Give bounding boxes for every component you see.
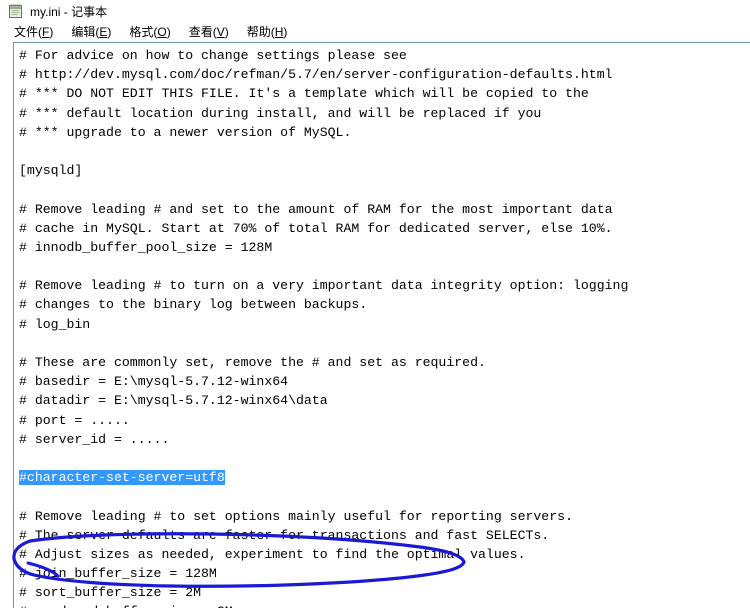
menu-item-view-mnemonic: V: [216, 25, 225, 39]
selected-text[interactable]: #character-set-server=utf8: [19, 470, 225, 486]
menu-item-file[interactable]: 文件(F): [14, 22, 53, 42]
menu-item-view-text: 查看(: [188, 25, 217, 39]
text-line[interactable]: # basedir = E:\mysql-5.7.12-winx64: [19, 372, 750, 391]
text-line[interactable]: # For advice on how to change settings p…: [19, 46, 750, 65]
text-line[interactable]: # These are commonly set, remove the # a…: [19, 353, 750, 372]
text-line[interactable]: # http://dev.mysql.com/doc/refman/5.7/en…: [19, 65, 750, 84]
text-area[interactable]: # For advice on how to change settings p…: [13, 42, 750, 608]
text-line[interactable]: # Remove leading # to set options mainly…: [19, 507, 750, 526]
text-line[interactable]: # *** DO NOT EDIT THIS FILE. It's a temp…: [19, 84, 750, 103]
text-line[interactable]: # cache in MySQL. Start at 70% of total …: [19, 219, 750, 238]
menu-item-edit-text: 编辑(: [71, 25, 100, 39]
menu-item-view[interactable]: 查看(V): [189, 22, 229, 42]
text-line[interactable]: # sort_buffer_size = 2M: [19, 583, 750, 602]
text-line[interactable]: [mysqld]: [19, 161, 750, 180]
notepad-window: my.ini - 记事本 文件(F) 编辑(E) 格式(O) 查看(V) 帮助(…: [0, 0, 750, 608]
window-title: my.ini - 记事本: [30, 4, 108, 19]
text-line[interactable]: # log_bin: [19, 315, 750, 334]
menu-item-help-text: 帮助(: [246, 25, 275, 39]
text-line[interactable]: [19, 487, 750, 506]
text-line[interactable]: # *** default location during install, a…: [19, 104, 750, 123]
text-line[interactable]: [19, 449, 750, 468]
menu-item-edit[interactable]: 编辑(E): [71, 22, 111, 42]
menu-item-format-tail: ): [166, 25, 171, 39]
text-line[interactable]: # server_id = .....: [19, 430, 750, 449]
menu-item-format[interactable]: 格式(O): [129, 22, 170, 42]
menu-bar: 文件(F) 编辑(E) 格式(O) 查看(V) 帮助(H): [0, 22, 750, 42]
text-line[interactable]: # datadir = E:\mysql-5.7.12-winx64\data: [19, 391, 750, 410]
notepad-icon: [8, 3, 24, 19]
text-line[interactable]: # Remove leading # and set to the amount…: [19, 200, 750, 219]
menu-item-help[interactable]: 帮助(H): [247, 22, 288, 42]
text-line[interactable]: [19, 334, 750, 353]
menu-item-edit-tail: ): [107, 25, 112, 39]
menu-item-file-text: 文件(: [14, 25, 42, 39]
text-line[interactable]: # port = .....: [19, 411, 750, 430]
text-line[interactable]: # join_buffer_size = 128M: [19, 564, 750, 583]
text-line[interactable]: # changes to the binary log between back…: [19, 295, 750, 314]
menu-item-help-tail: ): [283, 25, 288, 39]
title-bar: my.ini - 记事本: [0, 0, 750, 22]
text-line[interactable]: # read_rnd_buffer_size = 2M: [19, 602, 750, 608]
text-content[interactable]: # For advice on how to change settings p…: [19, 46, 750, 608]
menu-item-file-tail: ): [49, 25, 54, 39]
text-line[interactable]: #character-set-server=utf8: [19, 468, 750, 487]
text-line[interactable]: # *** upgrade to a newer version of MySQ…: [19, 123, 750, 142]
text-line[interactable]: # Adjust sizes as needed, experiment to …: [19, 545, 750, 564]
menu-item-format-text: 格式(: [129, 25, 158, 39]
text-line[interactable]: [19, 142, 750, 161]
text-line[interactable]: # innodb_buffer_pool_size = 128M: [19, 238, 750, 257]
text-line[interactable]: # The server defaults are faster for tra…: [19, 526, 750, 545]
menu-item-view-tail: ): [224, 25, 229, 39]
text-line[interactable]: [19, 180, 750, 199]
menu-item-format-mnemonic: O: [157, 25, 167, 39]
text-line[interactable]: [19, 257, 750, 276]
text-line[interactable]: # Remove leading # to turn on a very imp…: [19, 276, 750, 295]
